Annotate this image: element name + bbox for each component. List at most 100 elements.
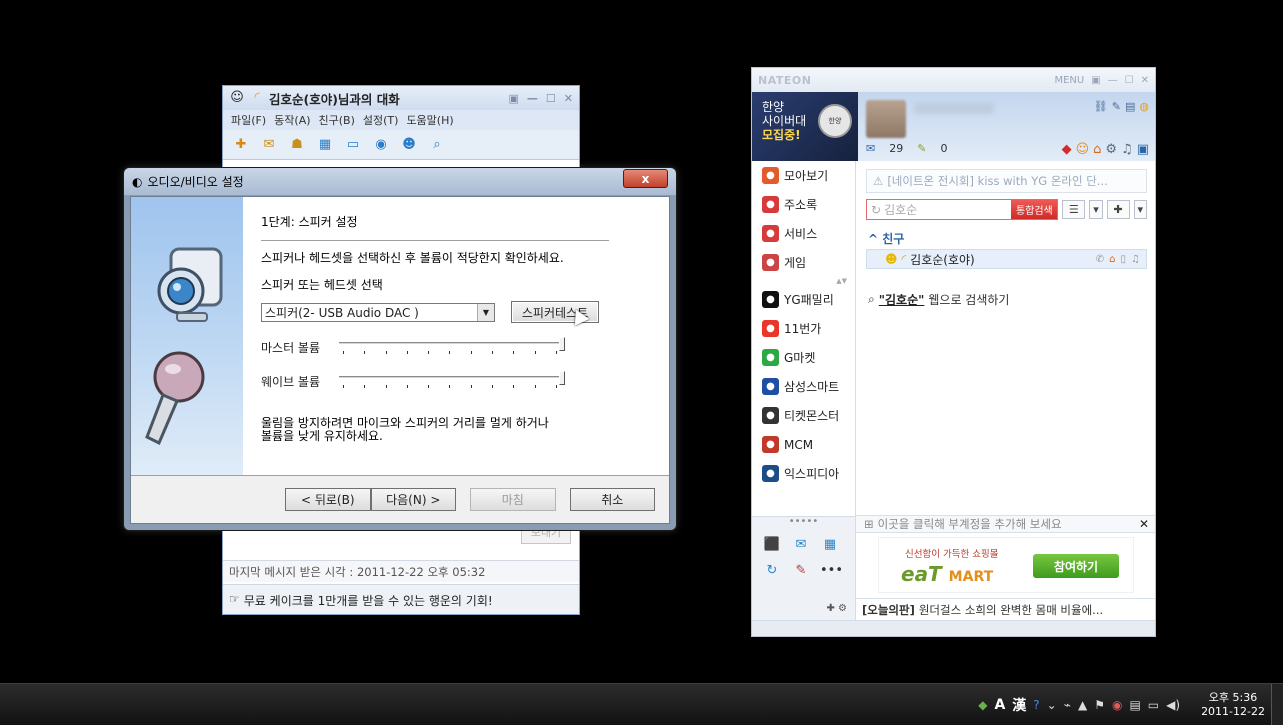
chevron-down-icon[interactable]: ▼ <box>477 303 494 321</box>
show-desktop-button[interactable] <box>1271 684 1283 725</box>
wave-volume-thumb[interactable] <box>559 371 565 385</box>
chat-title-bar[interactable]: ☺ ◜ 김호순(호야)님과의 대화 ▣ — ☐ ✕ <box>223 86 579 110</box>
restore-icon[interactable]: ▣ <box>509 92 519 105</box>
university-ad-banner[interactable]: 한양 사이버대 모집중! 한양 <box>752 92 858 161</box>
dialog-title-bar[interactable]: ◐ 오디오/비디오 설정 x <box>124 168 676 195</box>
invite-icon[interactable]: ✚ <box>231 135 251 155</box>
screen-icon[interactable]: ▭ <box>343 135 363 155</box>
smiley-icon[interactable]: ☺ <box>1076 142 1090 157</box>
more-icon[interactable]: ••• <box>820 561 843 581</box>
speaker-device-select[interactable]: 스피커(2- USB Audio DAC ) ▼ <box>261 302 495 322</box>
restore-icon[interactable]: ▣ <box>1091 75 1100 86</box>
network-tray-icon[interactable]: ⌁ <box>1064 698 1071 712</box>
minimize-icon[interactable]: — <box>527 92 538 105</box>
sidebar-item[interactable]: ● YG패밀리 <box>752 285 855 314</box>
globe-icon[interactable]: ◉ <box>371 135 391 155</box>
web-search-link[interactable]: ⌕ "김호순" 웹으로 검색하기 <box>868 291 1155 308</box>
add-buddy-button[interactable]: ✚ <box>1106 200 1130 219</box>
today-news-ticker[interactable]: [오늘의판] 원더걸스 소희의 완벽한 몸매 비율에... <box>856 598 1155 620</box>
menu-friend[interactable]: 친구(B) <box>319 112 355 128</box>
ime-options-icon[interactable]: ⌄ <box>1047 698 1057 712</box>
buddy-music-icon[interactable]: ♫ <box>1131 254 1140 265</box>
menu-settings[interactable]: 설정(T) <box>363 112 399 128</box>
buddy-home-icon[interactable]: ⌂ <box>1109 254 1115 265</box>
pen-icon[interactable]: ✎ <box>791 561 811 581</box>
cancel-button[interactable]: 취소 <box>569 488 655 511</box>
next-button[interactable]: 다음(N) > <box>370 488 456 511</box>
image-icon[interactable]: ▦ <box>315 135 335 155</box>
minimize-icon[interactable]: — <box>1108 75 1118 86</box>
memo-icon[interactable]: ✎ <box>917 142 926 155</box>
profile-link-icon[interactable]: ⛓ <box>1094 100 1108 113</box>
more-dots[interactable]: ••••• <box>752 517 855 527</box>
gift-icon[interactable]: ⬛ <box>762 535 782 555</box>
mail-icon[interactable]: ✉ <box>866 142 875 155</box>
sub-account-bar[interactable]: ⊞ 이곳을 클릭해 부계정을 추가해 보세요 ✕ <box>856 515 1155 533</box>
nateon-menu-button[interactable]: MENU <box>1054 75 1084 86</box>
chat-ad-bar[interactable]: ☞ 무료 케이크를 1만개를 받을 수 있는 행운의 기회! <box>223 584 579 614</box>
show-hidden-icons[interactable]: ▲ <box>1078 698 1087 712</box>
add-settings-icon[interactable]: ✚ ⚙ <box>826 603 847 614</box>
maximize-icon[interactable]: ☐ <box>1125 75 1134 86</box>
emoticon-icon[interactable]: ☻ <box>399 135 419 155</box>
profile-edit-icon[interactable]: ✎ <box>1112 100 1121 113</box>
volume-icon[interactable]: ◀) <box>1166 698 1180 712</box>
sidebar-item[interactable]: ● 주소록 <box>752 190 855 219</box>
sidebar-scroll-arrows[interactable]: ▲▼ <box>752 277 855 285</box>
cube-icon[interactable]: ◆ <box>1062 142 1072 157</box>
sidebar-item[interactable]: ● 서비스 <box>752 219 855 248</box>
sidebar-item[interactable]: ● MCM <box>752 430 855 459</box>
sidebar-item[interactable]: ● 익스피디아 <box>752 459 855 488</box>
join-button[interactable]: 참여하기 <box>1033 554 1119 578</box>
sidebar-item[interactable]: ● 모아보기 <box>752 161 855 190</box>
file-send-icon[interactable]: ✉ <box>259 135 279 155</box>
language-icon[interactable]: ◆ <box>978 698 987 712</box>
list-view-button[interactable]: ☰ <box>1062 200 1086 219</box>
network-icon[interactable]: ▭ <box>1148 698 1159 712</box>
dialog-close-button[interactable]: x <box>623 169 668 188</box>
help-icon[interactable]: ? <box>1033 698 1039 712</box>
back-button[interactable]: < 뒤로(B) <box>285 488 371 511</box>
eat-mart-ad[interactable]: 신선함이 가득한 쇼핑몰 eaT MART 참여하기 <box>878 537 1134 593</box>
music-icon[interactable]: ♫ <box>1121 142 1133 157</box>
sidebar-item[interactable]: ● 게임 <box>752 248 855 277</box>
finish-button[interactable]: 마침 <box>470 488 556 511</box>
ime-mode-a[interactable]: A <box>994 697 1005 713</box>
search-icon[interactable]: ⌕ <box>427 135 447 155</box>
wave-volume-slider[interactable] <box>339 371 565 391</box>
menu-help[interactable]: 도움말(H) <box>406 112 453 128</box>
buddy-list-item[interactable]: ☻ ◜ 김호순(호야) ✆ ⌂ ▯ ♫ <box>866 249 1147 269</box>
group-icon[interactable]: ☗ <box>287 135 307 155</box>
home-icon[interactable]: ⌂ <box>1093 142 1101 157</box>
usb-icon[interactable]: ▤ <box>1129 698 1140 712</box>
sidebar-item[interactable]: ● 삼성스마트 <box>752 372 855 401</box>
close-icon[interactable]: ✕ <box>1141 75 1149 86</box>
action-center-flag-icon[interactable]: ⚑ <box>1094 698 1105 712</box>
sidebar-item[interactable]: ● G마켓 <box>752 343 855 372</box>
calculator-icon[interactable]: ▦ <box>820 535 840 555</box>
sidebar-item[interactable]: ● 티켓몬스터 <box>752 401 855 430</box>
nateon-tray-icon[interactable]: ◉ <box>1112 698 1122 712</box>
buddy-phone-icon[interactable]: ✆ <box>1096 254 1104 265</box>
profile-card-icon[interactable]: ▤ <box>1125 100 1135 113</box>
close-icon[interactable]: ✕ <box>1139 517 1149 531</box>
avatar[interactable] <box>866 100 906 138</box>
menu-file[interactable]: 파일(F) <box>231 112 266 128</box>
master-volume-slider[interactable] <box>339 337 565 357</box>
sidebar-item[interactable]: ● 11번가 <box>752 314 855 343</box>
nateon-title-bar[interactable]: NATEON MENU ▣ — ☐ ✕ <box>752 68 1155 92</box>
menu-action[interactable]: 동작(A) <box>274 112 310 128</box>
message-icon[interactable]: ✉ <box>791 535 811 555</box>
master-volume-thumb[interactable] <box>559 337 565 351</box>
buddy-group-header[interactable]: ^ 친구 <box>868 230 1147 247</box>
close-icon[interactable]: ✕ <box>564 92 573 105</box>
buddy-card-icon[interactable]: ▯ <box>1121 254 1127 265</box>
settings-icon[interactable]: ⚙ <box>1105 142 1117 157</box>
refresh-icon[interactable]: ↻ <box>762 561 782 581</box>
integrated-search-button[interactable]: 통합검색 <box>1011 200 1058 219</box>
status-color-icon[interactable]: ◍ <box>1139 100 1149 113</box>
notice-bar[interactable]: ⚠ [네이트온 전시회] kiss with YG 온라인 단... <box>866 169 1147 193</box>
add-dropdown-button[interactable]: ▾ <box>1133 200 1147 219</box>
clock[interactable]: 오후 5:36 2011-12-22 <box>1201 691 1265 719</box>
sort-dropdown-button[interactable]: ▾ <box>1089 200 1103 219</box>
